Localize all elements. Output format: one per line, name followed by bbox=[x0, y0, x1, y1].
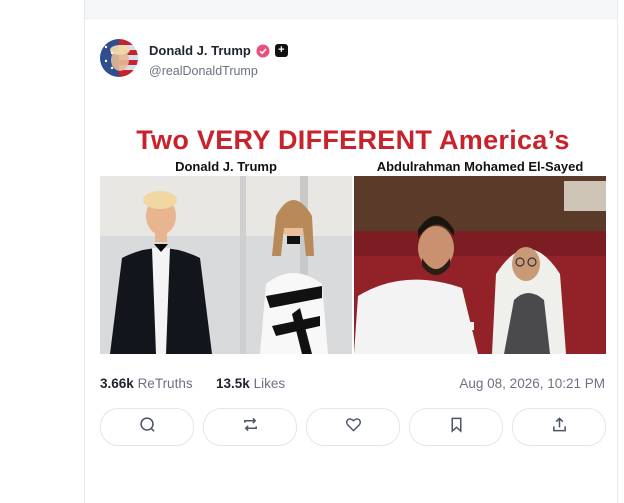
share-button[interactable] bbox=[512, 408, 606, 446]
like-button[interactable] bbox=[306, 408, 400, 446]
image-caption-right: Abdulrahman Mohamed El-Sayed bbox=[376, 159, 584, 174]
author-name[interactable]: Donald J. Trump bbox=[149, 43, 251, 58]
feed-right-border bbox=[617, 0, 618, 503]
retruths-count: 3.66k bbox=[100, 376, 134, 391]
likes-stat[interactable]: 13.5k Likes bbox=[216, 376, 285, 391]
retruth-icon bbox=[242, 416, 259, 438]
likes-label: Likes bbox=[253, 376, 286, 391]
image-caption-left: Donald J. Trump bbox=[175, 159, 277, 174]
post-image[interactable]: Two VERY DIFFERENT America’s Donald J. T… bbox=[100, 114, 606, 354]
retruths-label: ReTruths bbox=[137, 376, 193, 391]
retruths-stat[interactable]: 3.66k ReTruths bbox=[100, 376, 193, 391]
likes-count: 13.5k bbox=[216, 376, 250, 391]
reply-button[interactable] bbox=[100, 408, 194, 446]
image-title: Two VERY DIFFERENT America’s bbox=[136, 125, 570, 155]
post-stats: 3.66k ReTruths 13.5k Likes Aug 08, 2026,… bbox=[100, 376, 606, 394]
bookmark-button[interactable] bbox=[409, 408, 503, 446]
feed-left-border bbox=[84, 0, 85, 503]
post-timestamp[interactable]: Aug 08, 2026, 10:21 PM bbox=[459, 376, 605, 391]
verified-badge-icon bbox=[256, 44, 270, 58]
photo-right bbox=[354, 176, 606, 354]
post-header: Donald J. Trump + @realDonaldTrump bbox=[100, 39, 500, 79]
previous-post-edge bbox=[85, 0, 617, 19]
retruth-button[interactable] bbox=[203, 408, 297, 446]
plus-badge-icon: + bbox=[274, 44, 288, 57]
share-icon bbox=[551, 416, 568, 438]
reply-icon bbox=[139, 416, 156, 438]
bookmark-icon bbox=[448, 416, 465, 438]
photo-left bbox=[100, 176, 352, 354]
author-handle[interactable]: @realDonaldTrump bbox=[149, 64, 258, 78]
post-actions bbox=[100, 408, 606, 446]
avatar[interactable] bbox=[100, 39, 138, 77]
like-icon bbox=[345, 416, 362, 438]
